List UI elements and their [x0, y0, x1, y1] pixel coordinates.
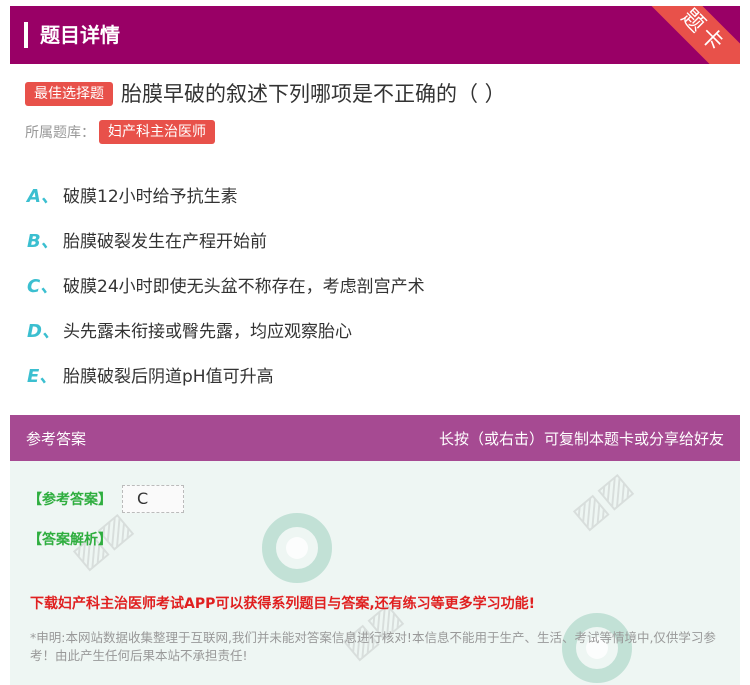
question-text: 胎膜早破的叙述下列哪项是不正确的（ ） [121, 82, 506, 106]
answer-section-header: 参考答案 长按（或右击）可复制本题卡或分享给好友 [10, 415, 740, 461]
option-text: 破膜24小时即使无头盆不称存在，考虑剖宫产术 [63, 277, 425, 297]
option-e[interactable]: E、 胎膜破裂后阴道pH值可升高 [27, 352, 727, 397]
option-a[interactable]: A、 破膜12小时给予抗生素 [27, 172, 727, 217]
option-letter: D、 [27, 320, 60, 342]
question-block: 最佳选择题 胎膜早破的叙述下列哪项是不正确的（ ） 所属题库： 妇产科主治医师 [25, 80, 740, 144]
question-type-badge: 最佳选择题 [25, 82, 113, 106]
disclaimer-text: *申明:本网站数据收集整理于互联网,我们并未能对答案信息进行核对!本信息不能用于… [30, 630, 716, 663]
page-header: 题目详情 题卡 [10, 6, 740, 64]
question-bank-link[interactable]: 妇产科主治医师 [99, 120, 215, 144]
watermark-glyph: ▨▨ [564, 465, 640, 537]
option-c[interactable]: C、 破膜24小时即使无头盆不称存在，考虑剖宫产术 [27, 262, 727, 307]
page-title: 题目详情 [40, 23, 120, 47]
option-text: 头先露未衔接或臀先露，均应观察胎心 [63, 322, 352, 342]
answer-row: 【参考答案】 C [28, 485, 184, 513]
option-text: 胎膜破裂发生在产程开始前 [63, 232, 267, 252]
answer-section-title: 参考答案 [26, 429, 87, 448]
watermark-logo-icon [262, 513, 332, 583]
option-letter: A、 [27, 185, 59, 207]
option-d[interactable]: D、 头先露未衔接或臀先露，均应观察胎心 [27, 307, 727, 352]
answer-label: 【参考答案】 [28, 492, 112, 508]
option-text: 胎膜破裂后阴道pH值可升高 [63, 367, 274, 387]
question-card-ribbon[interactable]: 题卡 [630, 6, 740, 64]
header-accent-bar [24, 22, 28, 48]
option-letter: B、 [27, 230, 59, 252]
option-letter: E、 [27, 365, 58, 387]
option-letter: C、 [27, 275, 59, 297]
app-download-promo[interactable]: 下载妇产科主治医师考试APP可以获得系列题目与答案,还有练习等更多学习功能! [30, 593, 535, 613]
option-b[interactable]: B、 胎膜破裂发生在产程开始前 [27, 217, 727, 262]
options-list: A、 破膜12小时给予抗生素 B、 胎膜破裂发生在产程开始前 C、 破膜24小时… [27, 172, 727, 397]
analysis-label: 【答案解析】 [28, 532, 112, 548]
answer-value: C [122, 485, 184, 513]
question-bank-label: 所属题库： [25, 125, 95, 141]
ribbon-label: 题卡 [676, 6, 731, 59]
option-text: 破膜12小时给予抗生素 [63, 187, 238, 207]
copy-share-hint: 长按（或右击）可复制本题卡或分享给好友 [438, 429, 724, 448]
answer-section-body: ▨▨ ▨▨ ▨▨ 【参考答案】 C 【答案解析】 下载妇产科主治医师考试APP可… [10, 461, 740, 685]
